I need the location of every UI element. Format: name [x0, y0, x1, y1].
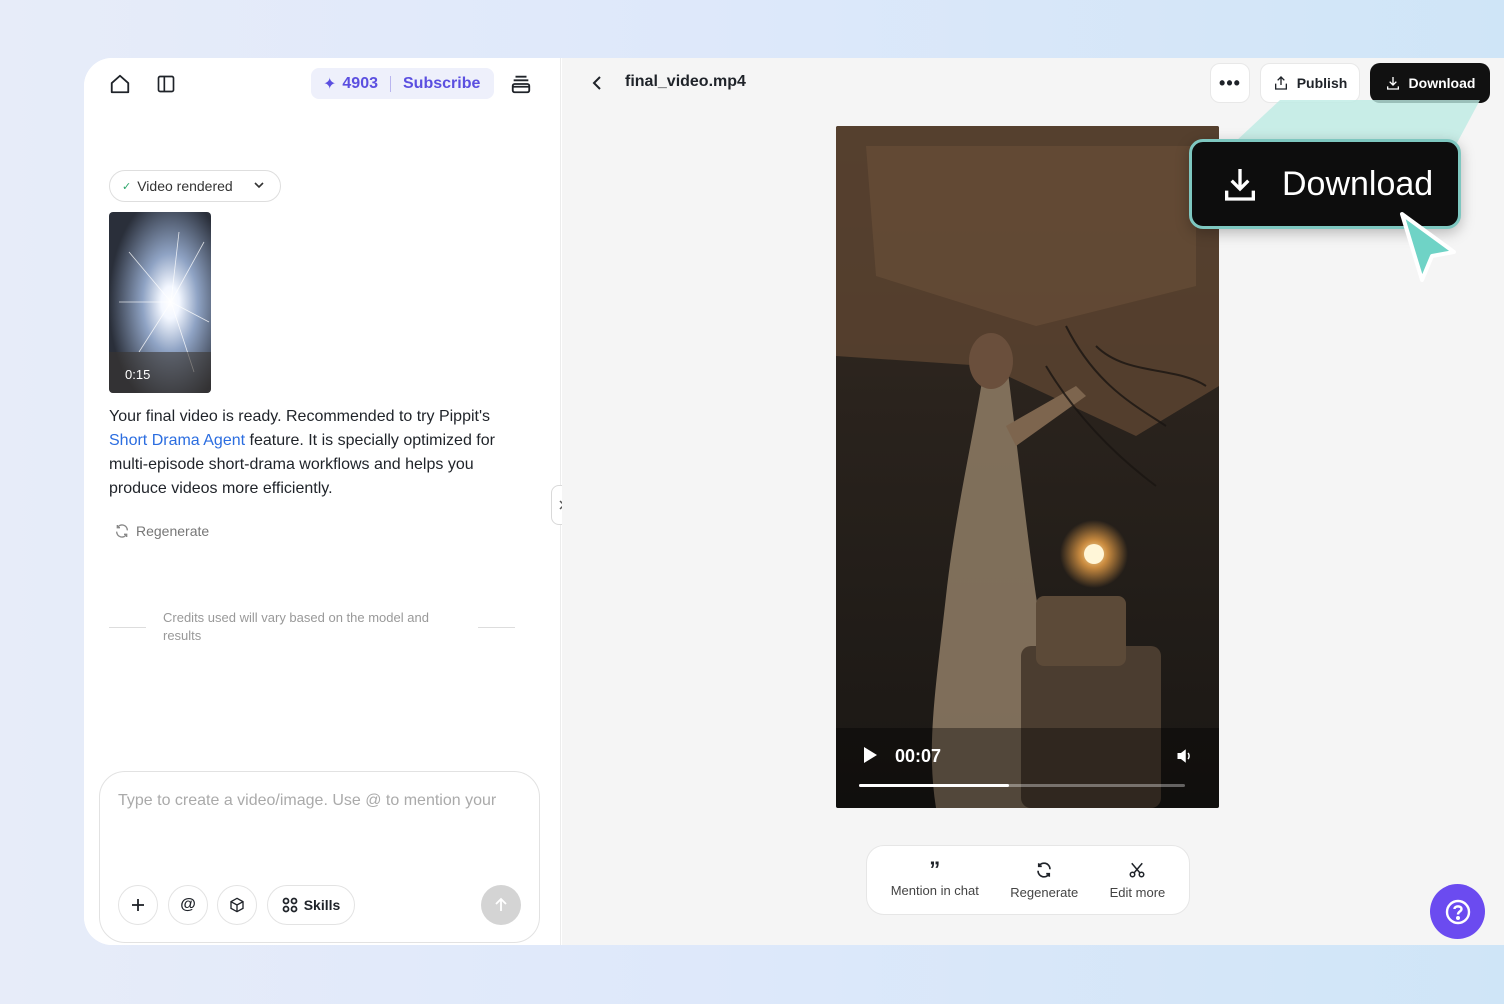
download-label: Download [1408, 75, 1476, 91]
check-icon: ✓ [122, 180, 132, 193]
quote-icon: ” [929, 856, 941, 882]
prompt-input[interactable]: Type to create a video/image. Use @ to m… [118, 792, 496, 810]
sparkle-icon: ✦ [323, 75, 337, 93]
more-icon: ••• [1219, 73, 1241, 93]
skills-label: Skills [303, 897, 341, 913]
thumbnail-duration: 0:15 [125, 367, 151, 382]
cube-icon [230, 897, 244, 913]
refresh-icon [115, 524, 129, 538]
stack-icon[interactable] [509, 72, 533, 96]
regenerate-video-button[interactable]: Regenerate [1010, 861, 1078, 900]
regenerate-label: Regenerate [136, 523, 210, 539]
edit-more-button[interactable]: Edit more [1109, 861, 1166, 900]
action-label: Regenerate [1010, 884, 1079, 900]
assistant-message: Your final video is ready. Recommended t… [109, 405, 529, 501]
grid-icon [282, 897, 298, 913]
video-actions-bar: ” Mention in chat Regenerate Edit more [866, 845, 1190, 915]
mention-button[interactable]: @ [168, 885, 208, 925]
skills-button[interactable]: Skills [267, 885, 355, 925]
divider [109, 627, 146, 628]
action-label: Edit more [1109, 884, 1166, 900]
action-label: Mention in chat [890, 882, 979, 898]
short-drama-agent-link[interactable]: Short Drama Agent [109, 432, 245, 449]
current-time: 00:07 [895, 746, 942, 766]
chat-panel: ✦ 4903 Subscribe ✓ Video rendered 0:15 Y… [84, 58, 561, 945]
send-button[interactable] [481, 885, 521, 925]
chevron-left-icon [592, 76, 601, 90]
progress-fill [859, 784, 1009, 787]
home-icon[interactable] [108, 72, 132, 96]
prompt-composer[interactable]: Type to create a video/image. Use @ to m… [99, 771, 540, 943]
publish-label: Publish [1296, 75, 1348, 91]
refresh-icon [1037, 861, 1052, 878]
cursor-icon [1400, 212, 1456, 282]
download-icon [1386, 77, 1399, 90]
model-button[interactable] [217, 885, 257, 925]
credits-pill[interactable]: ✦ 4903 Subscribe [311, 68, 494, 99]
volume-icon[interactable] [1176, 747, 1194, 770]
help-icon [1445, 899, 1470, 924]
mention-in-chat-button[interactable]: ” Mention in chat [890, 856, 979, 898]
video-player[interactable]: 00:07 [836, 126, 1219, 808]
back-button[interactable] [588, 74, 606, 92]
add-button[interactable] [118, 885, 158, 925]
plus-icon [132, 899, 144, 911]
share-icon [1274, 76, 1287, 90]
file-name: final_video.mp4 [625, 73, 746, 90]
scissors-icon [1129, 862, 1145, 877]
help-button[interactable] [1430, 884, 1485, 939]
message-text: Your final video is ready. Recommended t… [109, 408, 491, 425]
sidebar-toggle-icon[interactable] [154, 72, 178, 96]
divider [390, 75, 391, 92]
callout-label: Download [1282, 164, 1434, 203]
chevron-down-icon [253, 178, 265, 194]
progress-track[interactable] [859, 784, 1185, 787]
thumbnail-image [109, 212, 211, 393]
divider [478, 627, 515, 628]
status-label: Video rendered [137, 178, 233, 194]
arrow-up-icon [495, 897, 507, 911]
subscribe-link[interactable]: Subscribe [403, 75, 480, 93]
video-thumbnail[interactable]: 0:15 [109, 212, 211, 393]
credits-count: 4903 [342, 74, 378, 92]
status-chip[interactable]: ✓ Video rendered [109, 170, 281, 202]
regenerate-button[interactable]: Regenerate [114, 523, 209, 539]
credits-note: Credits used will vary based on the mode… [109, 609, 531, 645]
at-icon: @ [180, 896, 196, 913]
video-frame [836, 126, 1219, 808]
credits-note-text: Credits used will vary based on the mode… [163, 610, 429, 643]
play-icon[interactable] [862, 746, 878, 769]
download-icon [1225, 169, 1255, 201]
